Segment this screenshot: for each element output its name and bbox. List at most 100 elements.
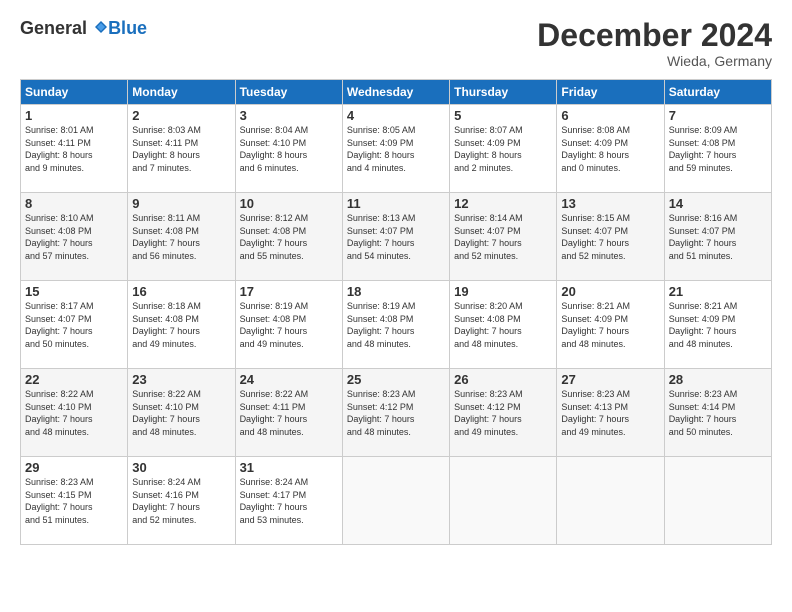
day-number: 12 bbox=[454, 196, 552, 211]
calendar-cell: 22Sunrise: 8:22 AM Sunset: 4:10 PM Dayli… bbox=[21, 369, 128, 457]
week-row-3: 15Sunrise: 8:17 AM Sunset: 4:07 PM Dayli… bbox=[21, 281, 772, 369]
calendar-cell: 2Sunrise: 8:03 AM Sunset: 4:11 PM Daylig… bbox=[128, 105, 235, 193]
calendar-cell: 29Sunrise: 8:23 AM Sunset: 4:15 PM Dayli… bbox=[21, 457, 128, 545]
calendar-cell: 30Sunrise: 8:24 AM Sunset: 4:16 PM Dayli… bbox=[128, 457, 235, 545]
day-number: 1 bbox=[25, 108, 123, 123]
day-number: 17 bbox=[240, 284, 338, 299]
cell-info: Sunrise: 8:08 AM Sunset: 4:09 PM Dayligh… bbox=[561, 124, 659, 174]
column-header-monday: Monday bbox=[128, 80, 235, 105]
day-number: 31 bbox=[240, 460, 338, 475]
cell-info: Sunrise: 8:19 AM Sunset: 4:08 PM Dayligh… bbox=[240, 300, 338, 350]
calendar-cell: 3Sunrise: 8:04 AM Sunset: 4:10 PM Daylig… bbox=[235, 105, 342, 193]
day-number: 21 bbox=[669, 284, 767, 299]
calendar-cell bbox=[557, 457, 664, 545]
cell-info: Sunrise: 8:21 AM Sunset: 4:09 PM Dayligh… bbox=[561, 300, 659, 350]
calendar-cell bbox=[342, 457, 449, 545]
calendar-cell: 13Sunrise: 8:15 AM Sunset: 4:07 PM Dayli… bbox=[557, 193, 664, 281]
calendar-page: General Blue December 2024 Wieda, German… bbox=[0, 0, 792, 612]
day-number: 13 bbox=[561, 196, 659, 211]
day-number: 16 bbox=[132, 284, 230, 299]
calendar-cell: 12Sunrise: 8:14 AM Sunset: 4:07 PM Dayli… bbox=[450, 193, 557, 281]
cell-info: Sunrise: 8:22 AM Sunset: 4:10 PM Dayligh… bbox=[132, 388, 230, 438]
cell-info: Sunrise: 8:15 AM Sunset: 4:07 PM Dayligh… bbox=[561, 212, 659, 262]
calendar-cell: 16Sunrise: 8:18 AM Sunset: 4:08 PM Dayli… bbox=[128, 281, 235, 369]
calendar-cell: 15Sunrise: 8:17 AM Sunset: 4:07 PM Dayli… bbox=[21, 281, 128, 369]
day-number: 28 bbox=[669, 372, 767, 387]
day-number: 8 bbox=[25, 196, 123, 211]
column-header-sunday: Sunday bbox=[21, 80, 128, 105]
cell-info: Sunrise: 8:23 AM Sunset: 4:15 PM Dayligh… bbox=[25, 476, 123, 526]
cell-info: Sunrise: 8:24 AM Sunset: 4:16 PM Dayligh… bbox=[132, 476, 230, 526]
column-header-wednesday: Wednesday bbox=[342, 80, 449, 105]
cell-info: Sunrise: 8:17 AM Sunset: 4:07 PM Dayligh… bbox=[25, 300, 123, 350]
cell-info: Sunrise: 8:04 AM Sunset: 4:10 PM Dayligh… bbox=[240, 124, 338, 174]
week-row-5: 29Sunrise: 8:23 AM Sunset: 4:15 PM Dayli… bbox=[21, 457, 772, 545]
logo-general: General bbox=[20, 18, 108, 39]
cell-info: Sunrise: 8:16 AM Sunset: 4:07 PM Dayligh… bbox=[669, 212, 767, 262]
day-number: 27 bbox=[561, 372, 659, 387]
calendar-cell: 5Sunrise: 8:07 AM Sunset: 4:09 PM Daylig… bbox=[450, 105, 557, 193]
cell-info: Sunrise: 8:23 AM Sunset: 4:14 PM Dayligh… bbox=[669, 388, 767, 438]
calendar-cell: 20Sunrise: 8:21 AM Sunset: 4:09 PM Dayli… bbox=[557, 281, 664, 369]
day-number: 9 bbox=[132, 196, 230, 211]
day-number: 14 bbox=[669, 196, 767, 211]
cell-info: Sunrise: 8:22 AM Sunset: 4:10 PM Dayligh… bbox=[25, 388, 123, 438]
day-number: 4 bbox=[347, 108, 445, 123]
calendar-cell: 1Sunrise: 8:01 AM Sunset: 4:11 PM Daylig… bbox=[21, 105, 128, 193]
cell-info: Sunrise: 8:23 AM Sunset: 4:13 PM Dayligh… bbox=[561, 388, 659, 438]
cell-info: Sunrise: 8:03 AM Sunset: 4:11 PM Dayligh… bbox=[132, 124, 230, 174]
cell-info: Sunrise: 8:24 AM Sunset: 4:17 PM Dayligh… bbox=[240, 476, 338, 526]
calendar-cell bbox=[664, 457, 771, 545]
cell-info: Sunrise: 8:22 AM Sunset: 4:11 PM Dayligh… bbox=[240, 388, 338, 438]
cell-info: Sunrise: 8:10 AM Sunset: 4:08 PM Dayligh… bbox=[25, 212, 123, 262]
cell-info: Sunrise: 8:21 AM Sunset: 4:09 PM Dayligh… bbox=[669, 300, 767, 350]
day-number: 24 bbox=[240, 372, 338, 387]
calendar-body: 1Sunrise: 8:01 AM Sunset: 4:11 PM Daylig… bbox=[21, 105, 772, 545]
day-number: 18 bbox=[347, 284, 445, 299]
calendar-cell: 27Sunrise: 8:23 AM Sunset: 4:13 PM Dayli… bbox=[557, 369, 664, 457]
header: General Blue December 2024 Wieda, German… bbox=[20, 18, 772, 69]
day-number: 10 bbox=[240, 196, 338, 211]
calendar-cell: 19Sunrise: 8:20 AM Sunset: 4:08 PM Dayli… bbox=[450, 281, 557, 369]
cell-info: Sunrise: 8:23 AM Sunset: 4:12 PM Dayligh… bbox=[347, 388, 445, 438]
day-number: 3 bbox=[240, 108, 338, 123]
title-block: December 2024 Wieda, Germany bbox=[537, 18, 772, 69]
day-number: 26 bbox=[454, 372, 552, 387]
day-number: 7 bbox=[669, 108, 767, 123]
calendar-cell: 6Sunrise: 8:08 AM Sunset: 4:09 PM Daylig… bbox=[557, 105, 664, 193]
cell-info: Sunrise: 8:20 AM Sunset: 4:08 PM Dayligh… bbox=[454, 300, 552, 350]
day-number: 30 bbox=[132, 460, 230, 475]
calendar-cell: 31Sunrise: 8:24 AM Sunset: 4:17 PM Dayli… bbox=[235, 457, 342, 545]
day-number: 23 bbox=[132, 372, 230, 387]
column-header-tuesday: Tuesday bbox=[235, 80, 342, 105]
calendar-cell: 18Sunrise: 8:19 AM Sunset: 4:08 PM Dayli… bbox=[342, 281, 449, 369]
logo: General Blue bbox=[20, 18, 147, 39]
cell-info: Sunrise: 8:12 AM Sunset: 4:08 PM Dayligh… bbox=[240, 212, 338, 262]
column-header-friday: Friday bbox=[557, 80, 664, 105]
calendar-cell: 21Sunrise: 8:21 AM Sunset: 4:09 PM Dayli… bbox=[664, 281, 771, 369]
calendar-cell: 14Sunrise: 8:16 AM Sunset: 4:07 PM Dayli… bbox=[664, 193, 771, 281]
week-row-4: 22Sunrise: 8:22 AM Sunset: 4:10 PM Dayli… bbox=[21, 369, 772, 457]
day-number: 15 bbox=[25, 284, 123, 299]
month-title: December 2024 bbox=[537, 18, 772, 53]
cell-info: Sunrise: 8:18 AM Sunset: 4:08 PM Dayligh… bbox=[132, 300, 230, 350]
column-header-thursday: Thursday bbox=[450, 80, 557, 105]
day-number: 11 bbox=[347, 196, 445, 211]
calendar-cell: 9Sunrise: 8:11 AM Sunset: 4:08 PM Daylig… bbox=[128, 193, 235, 281]
week-row-2: 8Sunrise: 8:10 AM Sunset: 4:08 PM Daylig… bbox=[21, 193, 772, 281]
cell-info: Sunrise: 8:13 AM Sunset: 4:07 PM Dayligh… bbox=[347, 212, 445, 262]
calendar-cell bbox=[450, 457, 557, 545]
cell-info: Sunrise: 8:07 AM Sunset: 4:09 PM Dayligh… bbox=[454, 124, 552, 174]
day-number: 5 bbox=[454, 108, 552, 123]
calendar-cell: 23Sunrise: 8:22 AM Sunset: 4:10 PM Dayli… bbox=[128, 369, 235, 457]
calendar-cell: 10Sunrise: 8:12 AM Sunset: 4:08 PM Dayli… bbox=[235, 193, 342, 281]
cell-info: Sunrise: 8:01 AM Sunset: 4:11 PM Dayligh… bbox=[25, 124, 123, 174]
calendar-table: SundayMondayTuesdayWednesdayThursdayFrid… bbox=[20, 79, 772, 545]
calendar-cell: 24Sunrise: 8:22 AM Sunset: 4:11 PM Dayli… bbox=[235, 369, 342, 457]
cell-info: Sunrise: 8:05 AM Sunset: 4:09 PM Dayligh… bbox=[347, 124, 445, 174]
location-subtitle: Wieda, Germany bbox=[537, 53, 772, 69]
calendar-cell: 4Sunrise: 8:05 AM Sunset: 4:09 PM Daylig… bbox=[342, 105, 449, 193]
logo-icon bbox=[94, 20, 108, 34]
calendar-cell: 25Sunrise: 8:23 AM Sunset: 4:12 PM Dayli… bbox=[342, 369, 449, 457]
logo-blue: Blue bbox=[108, 18, 147, 39]
